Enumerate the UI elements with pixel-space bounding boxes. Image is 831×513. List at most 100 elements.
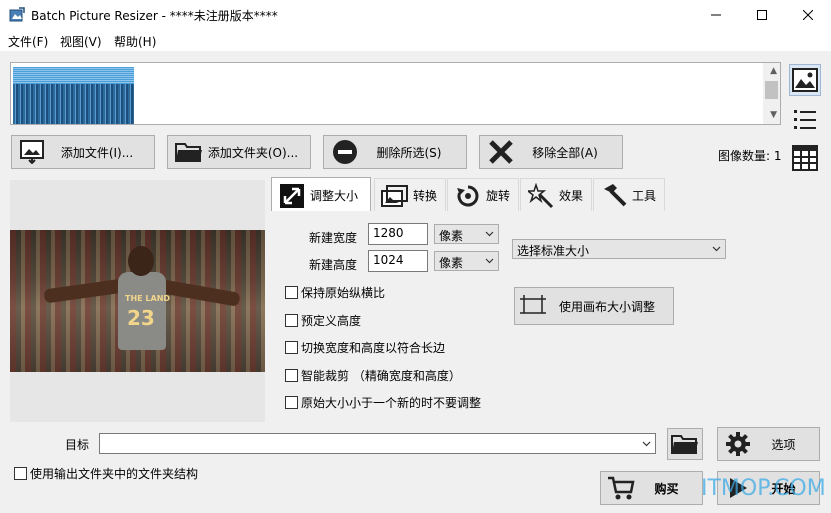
resize-icon <box>278 183 306 209</box>
add-folder-button[interactable]: 添加文件夹(O)... <box>167 135 311 169</box>
no-upscale-label: 原始大小小于一个新的时不要调整 <box>301 396 482 410</box>
close-icon <box>803 10 813 20</box>
browse-folder-button[interactable] <box>667 428 703 460</box>
grid-view-button[interactable] <box>789 142 821 174</box>
tab-resize[interactable]: 调整大小 <box>271 177 371 213</box>
folder-icon <box>671 435 698 454</box>
list-view-button[interactable] <box>789 103 821 135</box>
options-button[interactable]: 选项 <box>717 427 820 461</box>
rotate-icon <box>454 183 482 209</box>
new-height-input[interactable]: 1024 <box>368 250 428 272</box>
minus-circle-icon <box>330 138 360 166</box>
new-height-label: 新建高度 <box>309 258 358 272</box>
thumbnail-highlight <box>13 67 134 84</box>
menu-bar: 文件(F) 视图(V) 帮助(H) <box>0 30 831 51</box>
list-icon <box>794 110 816 129</box>
keep-aspect-label: 保持原始纵横比 <box>301 286 386 300</box>
convert-icon <box>381 183 409 209</box>
tab-effects-label: 效果 <box>559 189 584 203</box>
checkbox-box[interactable] <box>285 286 298 299</box>
menu-file[interactable]: 文件(F) <box>8 33 48 50</box>
keep-aspect-checkbox[interactable]: 保持原始纵横比 <box>285 284 385 301</box>
maximize-icon <box>757 10 767 20</box>
thumbnail-view-button[interactable] <box>789 64 821 96</box>
canvas-button-label: 使用画布大小调整 <box>558 299 655 314</box>
effects-icon <box>527 182 555 209</box>
jersey-number: 23 <box>127 306 155 330</box>
swap-dims-label: 切换宽度和高度以符合长边 <box>301 341 446 355</box>
standard-size-select[interactable]: 选择标准大小 <box>512 239 726 259</box>
options-label: 选项 <box>771 437 796 452</box>
checkbox-box[interactable] <box>285 396 298 409</box>
smart-crop-checkbox[interactable]: 智能裁剪 （精确宽度和高度） <box>285 367 461 384</box>
tab-resize-label: 调整大小 <box>310 189 359 203</box>
scroll-up-icon[interactable]: ▲ <box>770 66 777 76</box>
file-list-scrollbar[interactable]: ▲ ▼ <box>763 63 780 124</box>
target-path-input[interactable] <box>99 433 656 454</box>
minimize-button[interactable] <box>693 0 739 30</box>
menu-view[interactable]: 视图(V) <box>60 33 102 50</box>
add-files-button[interactable]: 添加文件(I)... <box>11 135 155 169</box>
canvas-icon <box>515 294 551 318</box>
remove-all-button[interactable]: 移除全部(A) <box>479 135 623 169</box>
file-thumbnail[interactable] <box>13 67 134 124</box>
x-mark-icon <box>486 138 516 166</box>
buy-button[interactable]: 购买 <box>600 471 703 505</box>
predefined-height-checkbox[interactable]: 预定义高度 <box>285 312 361 329</box>
canvas-resize-button[interactable]: 使用画布大小调整 <box>514 287 674 325</box>
player-head <box>128 246 154 276</box>
add-files-label: 添加文件(I)... <box>60 145 134 160</box>
width-unit-select[interactable]: 像素 <box>434 224 499 244</box>
checkbox-box[interactable] <box>285 369 298 382</box>
close-button[interactable] <box>785 0 831 30</box>
hammer-icon <box>600 183 628 209</box>
buy-label: 购买 <box>654 481 679 496</box>
chevron-down-icon[interactable] <box>642 439 651 448</box>
predefined-height-label: 预定义高度 <box>301 314 362 328</box>
height-unit-select[interactable]: 像素 <box>434 251 499 271</box>
no-upscale-checkbox[interactable]: 原始大小小于一个新的时不要调整 <box>285 394 481 411</box>
scrollbar-thumb[interactable] <box>765 81 778 99</box>
minimize-icon <box>711 14 721 16</box>
tab-convert[interactable]: 转换 <box>374 178 446 212</box>
tab-rotate[interactable]: 旋转 <box>447 178 519 212</box>
gear-icon <box>718 431 758 457</box>
scroll-down-icon[interactable]: ▼ <box>770 110 777 120</box>
file-list[interactable]: ▲ ▼ <box>10 62 781 125</box>
jersey-team-text: THE LAND <box>125 294 171 303</box>
image-view-icon <box>792 68 818 92</box>
image-count: 图像数量: 1 <box>718 149 782 163</box>
new-width-label: 新建宽度 <box>309 231 358 245</box>
folder-structure-checkbox[interactable]: 使用输出文件夹中的文件夹结构 <box>14 465 198 482</box>
checkbox-box[interactable] <box>285 341 298 354</box>
title-bar: Batch Picture Resizer - ****未注册版本**** <box>0 0 831 30</box>
menu-help[interactable]: 帮助(H) <box>114 33 156 50</box>
checkbox-box[interactable] <box>285 314 298 327</box>
checkbox-box[interactable] <box>14 467 27 480</box>
width-unit-value: 像素 <box>439 229 464 243</box>
window-title: Batch Picture Resizer - ****未注册版本**** <box>31 9 278 23</box>
cart-icon <box>601 475 641 501</box>
tab-tools[interactable]: 工具 <box>593 178 665 212</box>
table-grid-icon <box>792 145 818 171</box>
app-icon <box>9 7 25 22</box>
new-width-input[interactable]: 1280 <box>368 223 428 245</box>
chevron-down-icon <box>485 258 494 264</box>
add-folder-label: 添加文件夹(O)... <box>207 145 299 160</box>
folder-icon <box>174 138 204 166</box>
tab-effects[interactable]: 效果 <box>520 178 592 212</box>
target-label: 目标 <box>65 438 90 452</box>
preview-panel: THE LAND 23 <box>10 180 265 422</box>
chevron-down-icon <box>712 246 721 252</box>
delete-selected-button[interactable]: 删除所选(S) <box>323 135 467 169</box>
tab-convert-label: 转换 <box>413 189 438 203</box>
standard-size-value: 选择标准大小 <box>517 244 590 258</box>
height-unit-value: 像素 <box>439 256 464 270</box>
tab-tools-label: 工具 <box>632 189 657 203</box>
chevron-down-icon <box>485 231 494 237</box>
remove-all-label: 移除全部(A) <box>532 145 598 160</box>
tab-rotate-label: 旋转 <box>486 189 511 203</box>
maximize-button[interactable] <box>739 0 785 30</box>
add-image-icon <box>18 138 48 166</box>
swap-dims-checkbox[interactable]: 切换宽度和高度以符合长边 <box>285 339 445 356</box>
